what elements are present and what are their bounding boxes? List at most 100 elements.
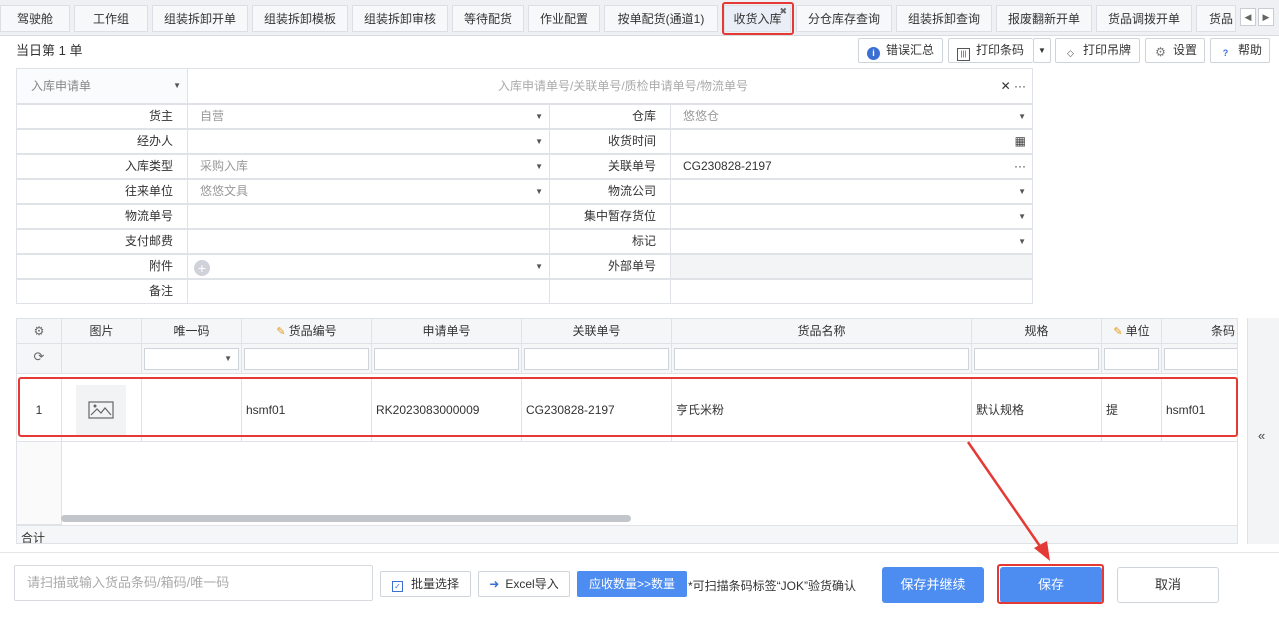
handler-select[interactable]: ▼ bbox=[187, 129, 550, 154]
save-button[interactable]: 保存 bbox=[1000, 567, 1102, 603]
scan-input[interactable]: 请扫描或输入货品条码/箱码/唯一码 bbox=[14, 565, 373, 601]
col-apply-no[interactable]: 申请单号 bbox=[372, 319, 522, 344]
staging-location-select[interactable]: ▼ bbox=[670, 204, 1033, 229]
scroll-right-icon[interactable]: ▶ bbox=[1258, 8, 1274, 26]
receive-qty-button[interactable]: 应收数量>>数量 bbox=[577, 571, 687, 597]
logistics-company-select[interactable]: ▼ bbox=[670, 179, 1033, 204]
collapse-icon[interactable]: « bbox=[1258, 428, 1265, 443]
logistics-company-label: 物流公司 bbox=[549, 179, 671, 204]
partner-label: 往来单位 bbox=[16, 179, 188, 204]
partner-select[interactable]: 悠悠文具 ▼ bbox=[187, 179, 550, 204]
empty-label-cell bbox=[549, 279, 671, 304]
print-tag-button[interactable]: ◇ 打印吊牌 bbox=[1055, 38, 1140, 63]
tab-assembly-order[interactable]: 组装拆卸开单 bbox=[152, 5, 248, 32]
add-attachment-icon[interactable]: + bbox=[194, 260, 210, 276]
clear-more-icon[interactable]: ✕ ··· bbox=[1001, 69, 1026, 103]
tab-order-picking[interactable]: 按单配货(通道1) bbox=[604, 5, 718, 32]
grid-settings-icon[interactable]: ⚙ bbox=[17, 319, 62, 344]
button-label: 打印吊牌 bbox=[1083, 43, 1132, 57]
tab-scrap-order[interactable]: 报废翻新开单 bbox=[996, 5, 1092, 32]
tab-job-config[interactable]: 作业配置 bbox=[528, 5, 600, 32]
tab-warehouse-stock[interactable]: 分仓库存查询 bbox=[796, 5, 892, 32]
scan-hint: *可扫描条码标签“JOK”验货确认 bbox=[688, 579, 857, 593]
col-goods-name[interactable]: 货品名称 bbox=[672, 319, 972, 344]
filter-goods-name-input[interactable] bbox=[674, 348, 969, 370]
mark-label: 标记 bbox=[549, 229, 671, 254]
related-no-input[interactable]: CG230828-2197 ··· bbox=[670, 154, 1033, 179]
inbound-type-select[interactable]: 采购入库 ▼ bbox=[187, 154, 550, 179]
print-barcode-dropdown[interactable]: ▼ bbox=[1033, 38, 1051, 63]
scroll-left-icon[interactable]: ◀ bbox=[1240, 8, 1256, 26]
doc-type-select[interactable]: 入库申请单 ▼ bbox=[16, 68, 188, 104]
tab-cockpit[interactable]: 驾驶舱 bbox=[0, 5, 70, 32]
filter-goods-no-input[interactable] bbox=[244, 348, 369, 370]
receive-time-input[interactable]: ▦ bbox=[670, 129, 1033, 154]
tab-assembly-review[interactable]: 组装拆卸审核 bbox=[352, 5, 448, 32]
col-image[interactable]: 图片 bbox=[62, 319, 142, 344]
filter-unique-code[interactable]: ▼ bbox=[142, 344, 242, 374]
col-goods-no[interactable]: ✎ 货品编号 bbox=[242, 319, 372, 344]
empty-value-cell bbox=[670, 279, 1033, 304]
doc-search-input[interactable]: 入库申请单号/关联单号/质检申请单号/物流单号 ✕ ··· bbox=[187, 68, 1033, 104]
batch-select-button[interactable]: ✓ 批量选择 bbox=[380, 571, 471, 597]
tab-transfer-order[interactable]: 货品调拨开单 bbox=[1096, 5, 1192, 32]
warehouse-value: 悠悠仓 bbox=[683, 109, 720, 123]
owner-select[interactable]: 自营 ▼ bbox=[187, 104, 550, 129]
error-summary-button[interactable]: i 错误汇总 bbox=[858, 38, 943, 63]
warehouse-label: 仓库 bbox=[549, 104, 671, 129]
tab-workgroup[interactable]: 工作组 bbox=[74, 5, 148, 32]
row-goods-no[interactable]: hsmf01 bbox=[242, 378, 372, 442]
row-unit[interactable]: 提 bbox=[1102, 378, 1162, 442]
pencil-icon: ✎ bbox=[1113, 326, 1123, 338]
filter-spec-input[interactable] bbox=[974, 348, 1099, 370]
tab-goods[interactable]: 货品 bbox=[1196, 5, 1236, 32]
attachment-label: 附件 bbox=[16, 254, 188, 279]
owner-value: 自营 bbox=[200, 109, 225, 123]
tab-label: 组装拆卸开单 bbox=[163, 12, 236, 26]
row-unique-code[interactable] bbox=[142, 378, 242, 442]
col-related-no[interactable]: 关联单号 bbox=[522, 319, 672, 344]
postage-input[interactable] bbox=[187, 229, 550, 254]
warehouse-select[interactable]: 悠悠仓 ▼ bbox=[670, 104, 1033, 129]
settings-button[interactable]: ⚙ 设置 bbox=[1145, 38, 1205, 63]
import-icon: ➜ bbox=[489, 577, 500, 591]
tab-label: 收货入库 bbox=[733, 12, 782, 26]
tab-label: 工作组 bbox=[92, 12, 129, 26]
refresh-icon[interactable]: ⟳ bbox=[17, 344, 62, 374]
tab-receiving[interactable]: 收货入库 ✖ bbox=[724, 5, 791, 32]
col-unit[interactable]: ✎ 单位 bbox=[1102, 319, 1162, 344]
cancel-button[interactable]: 取消 bbox=[1117, 567, 1219, 603]
button-label: 设置 bbox=[1173, 43, 1198, 57]
chevron-down-icon: ▼ bbox=[535, 162, 543, 171]
tab-assembly-query[interactable]: 组装拆卸查询 bbox=[896, 5, 992, 32]
filter-unique-code-select[interactable]: ▼ bbox=[144, 348, 239, 370]
print-barcode-button[interactable]: ||| 打印条码 bbox=[948, 38, 1033, 63]
receive-time-label: 收货时间 bbox=[549, 129, 671, 154]
close-icon[interactable]: ✖ bbox=[779, 6, 787, 25]
tab-waiting-picking[interactable]: 等待配货 bbox=[452, 5, 524, 32]
filter-apply-no-input[interactable] bbox=[374, 348, 519, 370]
excel-import-button[interactable]: ➜ Excel导入 bbox=[478, 571, 570, 597]
horizontal-scrollbar[interactable] bbox=[61, 515, 631, 522]
attachment-field[interactable]: + ▼ bbox=[187, 254, 550, 279]
partner-value: 悠悠文具 bbox=[200, 184, 249, 198]
tracking-no-input[interactable] bbox=[187, 204, 550, 229]
row-image-cell[interactable] bbox=[62, 378, 142, 442]
calendar-icon[interactable]: ▦ bbox=[1015, 130, 1026, 153]
chevron-down-icon: ▼ bbox=[535, 112, 543, 121]
filter-related-no-input[interactable] bbox=[524, 348, 669, 370]
filter-barcode-input[interactable] bbox=[1164, 348, 1237, 370]
save-continue-button[interactable]: 保存并继续 bbox=[882, 567, 984, 603]
remark-input[interactable] bbox=[187, 279, 550, 304]
col-unique-code[interactable]: 唯一码 bbox=[142, 319, 242, 344]
tab-assembly-template[interactable]: 组装拆卸模板 bbox=[252, 5, 348, 32]
help-button[interactable]: ? 帮助 bbox=[1210, 38, 1270, 63]
tab-bar: 驾驶舱 工作组 组装拆卸开单 组装拆卸模板 组装拆卸审核 等待配货 作业配置 按… bbox=[0, 0, 1279, 36]
more-icon[interactable]: ··· bbox=[1014, 155, 1026, 178]
mark-select[interactable]: ▼ bbox=[670, 229, 1033, 254]
col-barcode[interactable]: 条码 bbox=[1162, 319, 1237, 344]
filter-unit-input[interactable] bbox=[1104, 348, 1159, 370]
chevron-down-icon: ▼ bbox=[224, 354, 232, 363]
button-label: 帮助 bbox=[1238, 43, 1263, 57]
col-spec[interactable]: 规格 bbox=[972, 319, 1102, 344]
